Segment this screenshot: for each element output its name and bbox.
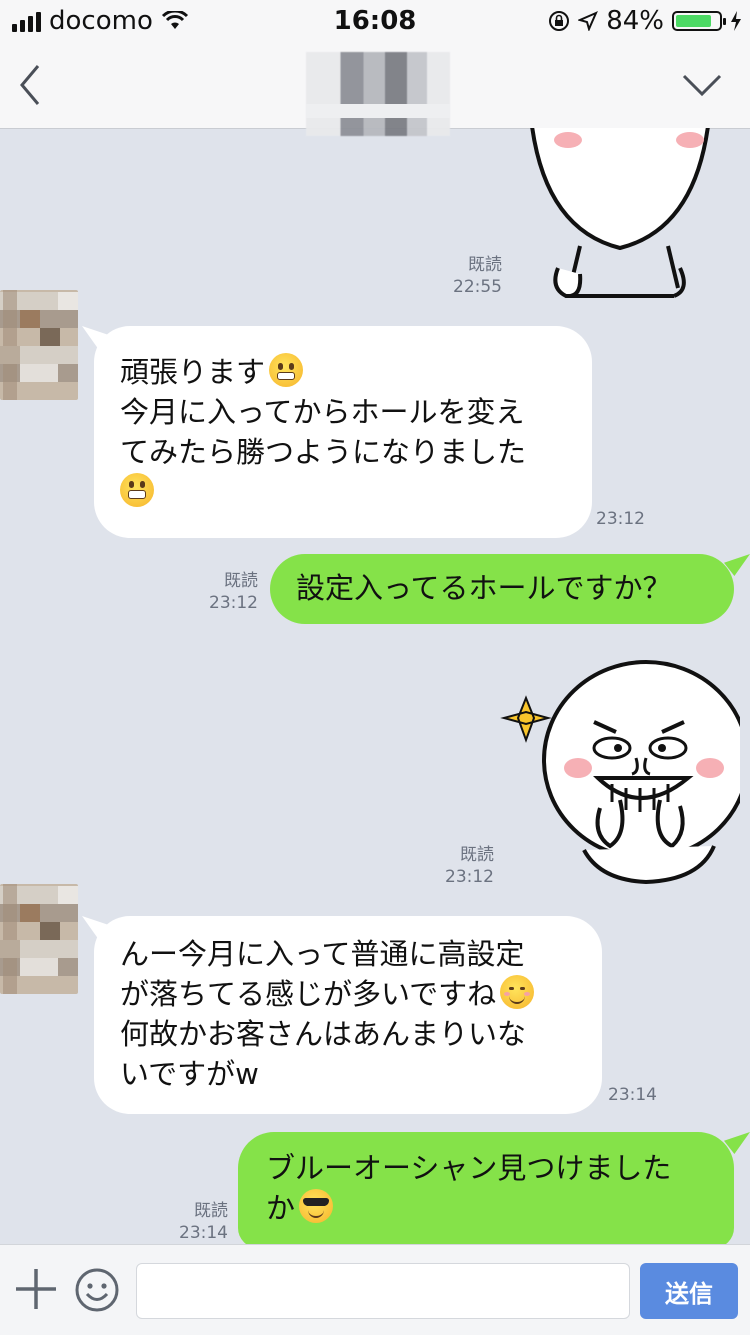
message-bubble-incoming[interactable]: 頑張ります 今月に入ってからホールを変え てみたら勝つようになりました [94, 326, 592, 538]
grin-emoji-icon [120, 473, 154, 507]
message-text-line: んー今月に入って普通に高設定 [120, 937, 525, 971]
read-receipt: 既読 [460, 845, 494, 865]
message-text-line: 何故かお客さんはあんまりいな [120, 1017, 527, 1051]
message-time: 23:12 [209, 593, 258, 613]
battery-fill [676, 15, 712, 27]
grimacing-emoji-icon [269, 353, 304, 387]
message-time: 23:12 [445, 867, 494, 887]
sticker-character-2[interactable] [500, 650, 740, 890]
chat-header [0, 42, 750, 136]
message-text-line: 設定入ってるホールですか？ [296, 571, 672, 605]
contact-name-blurred [306, 52, 450, 136]
message-text-line: 今月に入ってからホールを変え [120, 395, 525, 429]
message-input-bar: 送信 [0, 1244, 750, 1335]
message-bubble-outgoing[interactable]: 設定入ってるホールですか？ [270, 554, 734, 624]
emoji-button[interactable] [74, 1267, 120, 1313]
message-text-line: いですがw [120, 1057, 259, 1091]
message-time: 23:12 [596, 509, 645, 529]
avatar[interactable] [0, 884, 78, 994]
message-text-line: ブルーオーシャン見つけました [266, 1151, 672, 1185]
message-time: 22:55 [453, 277, 502, 297]
message-text-line [120, 472, 566, 512]
message-bubble-incoming[interactable]: んー今月に入って普通に高設定 が落ちてる感じが多いですね 何故かお客さんはあんま… [94, 916, 602, 1114]
contact-name-blurred-lower [306, 104, 450, 118]
message-meta: 23:12 [596, 508, 656, 530]
message-time: 23:14 [179, 1223, 228, 1243]
message-text-line: か [266, 1188, 706, 1228]
battery-icon [672, 11, 726, 31]
read-receipt: 既読 [194, 1201, 228, 1221]
menu-chevron-down-icon[interactable] [680, 68, 724, 102]
read-receipt: 既読 [224, 571, 258, 591]
charging-icon [731, 11, 741, 31]
location-icon [578, 11, 599, 31]
message-meta: 23:14 [608, 1084, 668, 1106]
smiling-emoji-icon [500, 975, 535, 1009]
message-text-line: てみたら勝つようになりました [120, 435, 527, 469]
message-input[interactable] [136, 1263, 630, 1319]
back-button[interactable] [14, 60, 54, 110]
message-text-line: が落ちてる感じが多いですね [120, 974, 576, 1014]
message-meta: 既読 23:12 [198, 570, 258, 614]
chat-log[interactable]: 既読 22:55 頑張ります 今月に入ってからホールを変え てみたら勝つようにな… [0, 128, 750, 1244]
message-meta: 既読 22:55 [440, 254, 502, 298]
plus-button[interactable] [14, 1267, 58, 1311]
status-bar: docomo 16:08 84% [0, 0, 750, 42]
avatar[interactable] [0, 290, 78, 400]
message-meta: 既読 23:14 [168, 1200, 228, 1244]
status-right: 84% [548, 6, 742, 36]
message-bubble-outgoing[interactable]: ブルーオーシャン見つけました か [238, 1132, 734, 1244]
read-receipt: 既読 [468, 255, 502, 275]
message-time: 23:14 [608, 1085, 657, 1105]
message-text-line: 頑張ります [120, 352, 566, 392]
message-meta: 既読 23:12 [432, 844, 494, 888]
battery-percent: 84% [606, 6, 664, 36]
rotation-lock-icon [549, 11, 570, 31]
send-button[interactable]: 送信 [640, 1263, 738, 1319]
sunglasses-emoji-icon [299, 1189, 334, 1223]
sticker-character-1[interactable] [520, 128, 720, 298]
